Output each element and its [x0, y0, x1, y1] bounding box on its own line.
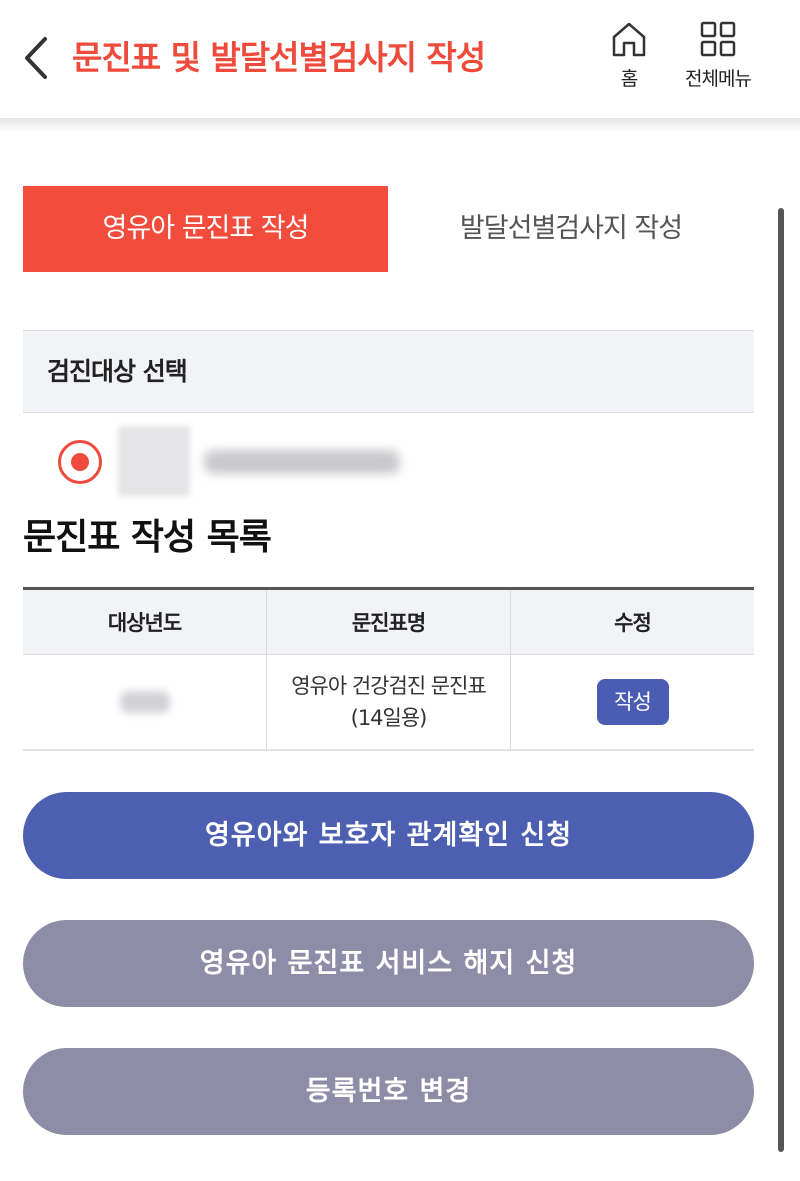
page-title: 문진표 및 발달선별검사지 작성	[72, 38, 486, 77]
name-cell: 영유아 건강검진 문진표(14일용)	[266, 655, 510, 749]
back-button[interactable]	[14, 30, 58, 86]
blurred-year	[119, 691, 170, 713]
all-menu-button[interactable]: 전체메뉴	[670, 20, 766, 91]
target-selection-header: 검진대상 선택	[23, 330, 754, 413]
table-row: 영유아 건강검진 문진표(14일용) 작성	[23, 655, 754, 751]
all-menu-label: 전체메뉴	[685, 68, 752, 90]
table-header: 대상년도 문진표명 수정	[23, 590, 754, 655]
column-header-year: 대상년도	[107, 611, 182, 635]
cancel-service-button[interactable]: 영유아 문진표 서비스 해지 신청	[23, 920, 754, 1007]
column-header-edit: 수정	[510, 590, 754, 654]
header-shadow	[0, 118, 800, 132]
home-button[interactable]: 홈	[604, 20, 654, 91]
section-title: 검진대상 선택	[47, 357, 188, 386]
year-cell	[23, 655, 266, 749]
scrollbar[interactable]	[778, 208, 784, 1152]
write-button[interactable]: 작성	[596, 679, 669, 725]
edit-cell: 작성	[510, 655, 754, 749]
app-header: 문진표 및 발달선별검사지 작성 홈 전체메뉴	[0, 0, 800, 118]
blurred-child-info	[204, 450, 400, 474]
questionnaire-table: 대상년도 문진표명 수정 영유아 건강검진 문진표(14일용) 작성	[23, 587, 754, 751]
home-icon	[612, 22, 646, 57]
chevron-left-icon	[25, 37, 47, 79]
target-option[interactable]	[58, 426, 418, 498]
tab-bar: 영유아 문진표 작성 발달선별검사지 작성	[23, 186, 754, 272]
grid-menu-icon	[700, 21, 736, 57]
column-header-name: 문진표명	[266, 590, 510, 654]
blurred-child-name	[118, 426, 190, 496]
home-label: 홈	[620, 68, 639, 90]
target-radio[interactable]	[58, 440, 102, 484]
change-registration-button[interactable]: 등록번호 변경	[23, 1048, 754, 1135]
guardian-relation-button[interactable]: 영유아와 보호자 관계확인 신청	[23, 792, 754, 879]
list-title: 문진표 작성 목록	[23, 517, 272, 558]
radio-dot	[71, 453, 89, 471]
tab-infant-questionnaire[interactable]: 영유아 문진표 작성	[23, 186, 388, 272]
tab-development-screening[interactable]: 발달선별검사지 작성	[388, 186, 754, 272]
questionnaire-name: 영유아 건강검진 문진표(14일용)	[291, 674, 487, 730]
